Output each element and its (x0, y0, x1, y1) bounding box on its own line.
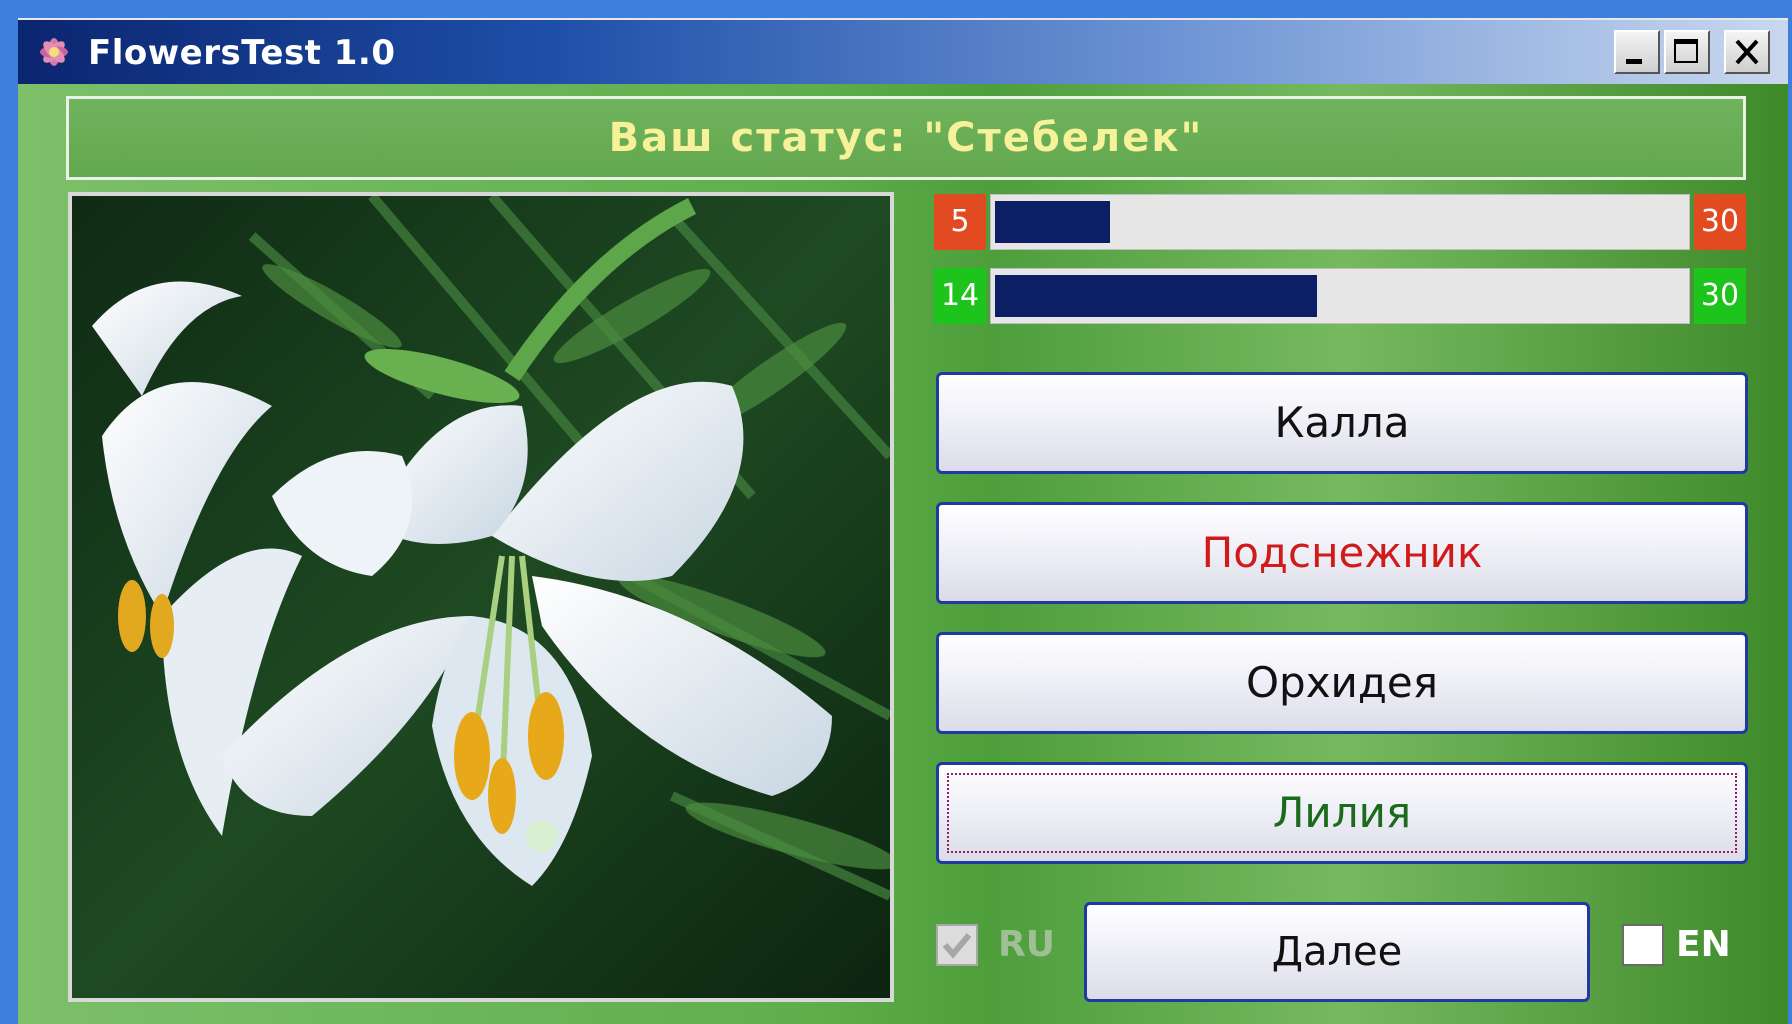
answer-label: Калла (1274, 398, 1410, 447)
window-title: FlowersTest 1.0 (88, 33, 396, 73)
progress-red: 5 30 (934, 194, 1746, 250)
status-banner: Ваш статус: "Стебелек" (66, 96, 1746, 180)
answer-button-liliya[interactable]: Лилия (936, 762, 1748, 864)
progress-green-total: 30 (1694, 268, 1746, 324)
answer-label: Орхидея (1245, 658, 1438, 707)
flower-photo (68, 192, 894, 1002)
checkmark-icon (942, 933, 972, 959)
minimize-button[interactable] (1614, 30, 1660, 74)
app-window: FlowersTest 1.0 Ваш статус: "Стебелек" 5… (0, 0, 1792, 1024)
en-label: EN (1676, 924, 1731, 965)
progress-green: 14 30 (934, 268, 1746, 324)
next-button[interactable]: Далее (1084, 902, 1590, 1002)
progress-red-track (990, 194, 1690, 250)
status-text: Ваш статус: "Стебелек" (608, 115, 1204, 161)
lily-image (72, 196, 890, 998)
progress-green-fill (995, 275, 1317, 317)
answer-button-kalla[interactable]: Калла (936, 372, 1748, 474)
progress-red-total: 30 (1694, 194, 1746, 250)
progress-red-fill (995, 201, 1110, 243)
progress-red-current: 5 (934, 194, 986, 250)
en-checkbox[interactable] (1622, 924, 1664, 966)
answer-label: Подснежник (1201, 528, 1483, 577)
close-icon (1735, 39, 1759, 65)
maximize-icon (1674, 39, 1698, 63)
answer-button-podsnezhnik[interactable]: Подснежник (936, 502, 1748, 604)
flower-icon (40, 38, 68, 66)
ru-label: RU (998, 924, 1055, 965)
ru-checkbox[interactable] (936, 924, 978, 966)
progress-green-current: 14 (934, 268, 986, 324)
focus-rectangle (947, 773, 1737, 853)
client-area: Ваш статус: "Стебелек" 5 30 14 30 Калла … (18, 84, 1788, 1024)
minimize-icon (1626, 59, 1642, 64)
title-bar[interactable]: FlowersTest 1.0 (18, 18, 1788, 86)
progress-green-track (990, 268, 1690, 324)
answer-button-orkhideya[interactable]: Орхидея (936, 632, 1748, 734)
close-button[interactable] (1724, 30, 1770, 74)
next-label: Далее (1271, 929, 1403, 975)
maximize-button[interactable] (1664, 30, 1710, 74)
